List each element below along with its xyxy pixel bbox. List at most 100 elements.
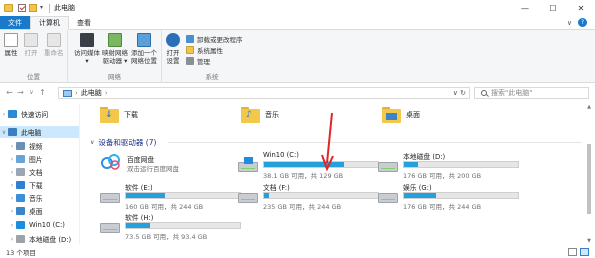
nav-item-pictures[interactable]: › 图片 xyxy=(0,153,79,165)
manage-button[interactable]: 管理 xyxy=(186,56,210,66)
vertical-scrollbar[interactable]: ▲ ▼ xyxy=(585,104,593,244)
recent-locations-button[interactable]: ∨ xyxy=(26,89,37,96)
collapse-arrow-icon[interactable]: ∨ xyxy=(0,129,8,136)
nav-item-desktop[interactable]: › 桌面 xyxy=(0,205,79,217)
drive-usage-bar xyxy=(403,161,519,168)
nav-label: Win10 (C:) xyxy=(29,221,65,229)
expand-arrow-icon[interactable]: › xyxy=(8,182,16,189)
search-input[interactable]: 搜索"此电脑" xyxy=(474,87,589,99)
nav-item-drive-d[interactable]: › 本地磁盘 (D:) xyxy=(0,233,79,245)
properties-quick-icon[interactable] xyxy=(18,4,26,12)
refresh-icon[interactable]: ↻ xyxy=(460,89,466,97)
expand-arrow-icon[interactable]: › xyxy=(8,169,16,176)
drive-size: 38.1 GB 可用，共 129 GB xyxy=(263,172,344,180)
system-properties-label: 系统属性 xyxy=(197,47,223,55)
properties-icon xyxy=(4,33,18,47)
expand-arrow-icon[interactable]: › xyxy=(8,236,16,243)
back-button[interactable]: ← xyxy=(4,88,15,97)
star-icon xyxy=(8,110,17,118)
breadcrumb-arrow-icon[interactable]: › xyxy=(105,89,108,97)
rename-button[interactable]: 重命名 xyxy=(44,33,64,57)
nav-item-music[interactable]: › 音乐 xyxy=(0,192,79,204)
nav-label: 图片 xyxy=(29,156,43,164)
map-drive-button[interactable]: 映射网络 驱动器 ▾ xyxy=(102,33,128,65)
properties-button[interactable]: 属性 xyxy=(4,33,18,57)
drive-name: 软件 (E:) xyxy=(125,184,153,192)
folder-desktop[interactable]: 桌面 xyxy=(382,107,420,123)
expand-arrow-icon[interactable]: › xyxy=(0,111,8,118)
group-label-location: 位置 xyxy=(27,73,40,81)
nav-item-drive-c[interactable]: › Win10 (C:) xyxy=(0,219,79,231)
collapse-ribbon-icon[interactable]: ∨ xyxy=(567,19,572,27)
tab-view[interactable]: 查看 xyxy=(69,16,99,29)
open-icon xyxy=(24,33,38,47)
media-icon xyxy=(80,33,94,47)
open-button[interactable]: 打开 xyxy=(24,33,38,57)
drive-tile-f[interactable]: 文档 (F:) 235 GB 可用，共 244 GB xyxy=(236,182,386,214)
maximize-button[interactable]: ☐ xyxy=(539,0,567,16)
expand-arrow-icon[interactable]: › xyxy=(8,222,16,229)
minimize-button[interactable]: — xyxy=(511,0,539,16)
scroll-thumb[interactable] xyxy=(587,144,591,214)
drive-icon xyxy=(16,221,25,229)
download-icon xyxy=(16,181,25,189)
drive-icon xyxy=(378,193,398,203)
section-header-devices[interactable]: ∨ 设备和驱动器 (7) xyxy=(90,137,156,148)
status-bar: 13 个项目 xyxy=(0,246,595,258)
open-settings-label: 打开 xyxy=(166,49,180,57)
access-media-button[interactable]: 访问媒体 ▾ xyxy=(74,33,100,65)
group-location: 属性 打开 重命名 位置 xyxy=(0,30,68,83)
group-label-system: 系统 xyxy=(205,73,219,81)
scroll-up-icon[interactable]: ▲ xyxy=(585,104,593,110)
drive-usage-fill xyxy=(404,162,418,167)
expand-arrow-icon[interactable]: › xyxy=(8,156,16,163)
folder-downloads[interactable]: ↓ 下载 xyxy=(100,107,138,123)
forward-button[interactable]: → xyxy=(15,88,26,97)
tab-file[interactable]: 文件 xyxy=(0,16,30,29)
address-bar[interactable]: › 此电脑 › ∨ ↻ xyxy=(58,87,470,99)
expand-arrow-icon[interactable]: › xyxy=(8,143,16,150)
nav-item-quick-access[interactable]: › 快速访问 xyxy=(0,108,79,120)
quick-access-toolbar: ▾ xyxy=(18,3,50,13)
open-settings-button[interactable]: 打开 设置 xyxy=(166,33,180,65)
scroll-down-icon[interactable]: ▼ xyxy=(585,238,593,244)
drive-name: 文档 (F:) xyxy=(263,184,290,192)
folder-music[interactable]: ♪ 音乐 xyxy=(241,107,279,123)
system-properties-button[interactable]: 系统属性 xyxy=(186,45,223,55)
title-bar: ▾ 此电脑 — ☐ ✕ xyxy=(0,0,595,16)
customize-toolbar-icon[interactable]: ▾ xyxy=(40,4,46,12)
help-icon[interactable]: ? xyxy=(578,18,587,27)
new-folder-quick-icon[interactable] xyxy=(29,4,37,12)
tab-computer[interactable]: 计算机 xyxy=(30,16,69,30)
close-button[interactable]: ✕ xyxy=(567,0,595,16)
address-dropdown-icon[interactable]: ∨ xyxy=(453,89,458,97)
breadcrumb-this-pc[interactable]: 此电脑 xyxy=(81,88,102,98)
drive-usage-fill xyxy=(126,193,165,198)
open-label: 打开 xyxy=(24,49,38,57)
drive-tile-d[interactable]: 本地磁盘 (D:) 176 GB 可用，共 200 GB xyxy=(376,151,526,183)
collapse-chevron-icon[interactable]: ∨ xyxy=(90,139,94,146)
expand-arrow-icon[interactable]: › xyxy=(8,208,16,215)
add-location-label: 添加一个 xyxy=(131,49,157,57)
nav-item-this-pc[interactable]: ∨ 此电脑 xyxy=(0,126,79,138)
uninstall-button[interactable]: 卸载或更改程序 xyxy=(186,34,243,44)
network-location-icon xyxy=(137,33,151,47)
drive-tile-e[interactable]: 软件 (E:) 160 GB 可用，共 244 GB xyxy=(98,182,248,214)
drive-tile-c[interactable]: Win10 (C:) 38.1 GB 可用，共 129 GB xyxy=(236,151,386,183)
expand-arrow-icon[interactable]: › xyxy=(8,195,16,202)
baidu-subtitle: 双击运行百度网盘 xyxy=(127,165,179,173)
nav-label: 音乐 xyxy=(29,195,43,203)
desktop-icon xyxy=(16,207,25,215)
drive-tile-g[interactable]: 娱乐 (G:) 176 GB 可用，共 244 GB xyxy=(376,182,526,214)
drive-tile-h[interactable]: 软件 (H:) 73.5 GB 可用，共 93.4 GB xyxy=(98,212,248,244)
nav-item-downloads[interactable]: › 下载 xyxy=(0,179,79,191)
nav-item-documents[interactable]: › 文档 xyxy=(0,166,79,178)
tiles-view-icon[interactable] xyxy=(580,248,589,256)
nav-label: 桌面 xyxy=(29,208,43,216)
add-network-location-button[interactable]: 添加一个 网络位置 xyxy=(131,33,157,65)
search-placeholder: 搜索"此电脑" xyxy=(491,89,533,97)
details-view-icon[interactable] xyxy=(568,248,577,256)
window-title: 此电脑 xyxy=(54,4,75,12)
nav-item-videos[interactable]: › 视频 xyxy=(0,140,79,152)
up-button[interactable]: ↑ xyxy=(37,88,48,97)
